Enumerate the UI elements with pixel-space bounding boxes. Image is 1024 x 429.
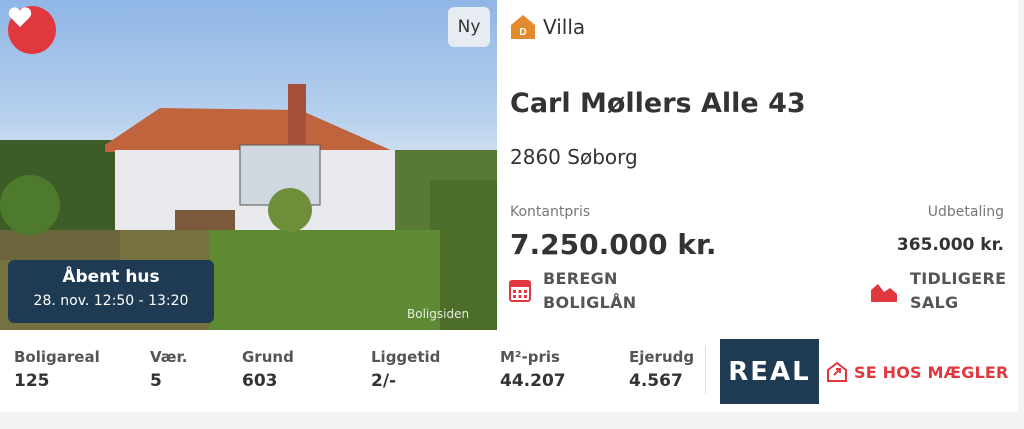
calc-line-1: BEREGN — [543, 269, 618, 288]
stats-bar: Boligareal 125 Vær. 5 Grund 603 Liggetid… — [0, 330, 1018, 412]
stat-label: Grund — [242, 348, 294, 366]
open-house-time: 28. nov. 12:50 - 13:20 — [33, 293, 189, 309]
stat-owner-costs: Ejerudg 4.567 — [629, 348, 694, 391]
calculate-loan-link[interactable]: BEREGN BOLIGLÅN — [508, 267, 636, 315]
new-badge: Ny — [448, 7, 490, 47]
stat-label: Vær. — [150, 348, 188, 366]
stat-value: 44.207 — [500, 371, 566, 391]
address[interactable]: Carl Møllers Alle 43 — [510, 88, 806, 119]
listing-card[interactable]: Ny Åbent hus 28. nov. 12:50 - 13:20 Boli… — [0, 0, 1018, 412]
chart-icon — [871, 284, 897, 302]
stat-label: Boligareal — [14, 348, 100, 366]
calc-line-2: BOLIGLÅN — [543, 293, 637, 312]
previous-sales-link[interactable]: TIDLIGERE SALG — [870, 267, 1006, 315]
history-line-1: TIDLIGERE — [910, 269, 1007, 288]
stat-value: 603 — [242, 371, 278, 391]
down-payment-label: Udbetaling — [927, 204, 1004, 220]
see-agent-label: SE HOS MÆGLER — [854, 362, 1009, 382]
open-house-title: Åbent hus — [62, 267, 160, 287]
photo-watermark: Boligsiden — [407, 307, 470, 321]
down-payment: 365.000 kr. — [896, 235, 1004, 255]
property-type-label: Villa — [543, 15, 586, 39]
house-energy-icon: D — [511, 15, 535, 39]
see-agent-link[interactable]: SE HOS MÆGLER — [826, 361, 1009, 383]
favorite-button[interactable] — [8, 6, 56, 54]
house-link-icon — [827, 361, 847, 382]
stat-label: Ejerudg — [629, 348, 695, 366]
cash-price-label: Kontantpris — [510, 204, 591, 220]
stat-value: 125 — [14, 371, 50, 391]
stat-area: Boligareal 125 — [14, 348, 100, 391]
heart-icon — [8, 7, 32, 28]
listing-photo[interactable]: Ny Åbent hus 28. nov. 12:50 - 13:20 Boli… — [0, 0, 497, 330]
stat-value: 2/- — [371, 371, 397, 391]
open-house-badge: Åbent hus 28. nov. 12:50 - 13:20 — [8, 260, 214, 323]
stat-label: Liggetid — [371, 348, 441, 366]
zip-city: 2860 Søborg — [510, 145, 638, 169]
stat-value: 5 — [150, 371, 162, 391]
stat-plot: Grund 603 — [242, 348, 294, 391]
cash-price: 7.250.000 kr. — [510, 228, 717, 261]
stat-time-on-market: Liggetid 2/- — [371, 348, 440, 391]
calculator-icon — [509, 280, 531, 302]
agent-logo[interactable]: REAL — [720, 339, 819, 404]
divider — [705, 346, 706, 394]
stat-sqm-price: M²-pris 44.207 — [500, 348, 566, 391]
energy-label: D — [519, 27, 526, 38]
property-type: D Villa — [510, 14, 585, 40]
stat-value: 4.567 — [629, 371, 683, 391]
stat-rooms: Vær. 5 — [150, 348, 187, 391]
history-line-2: SALG — [910, 293, 959, 312]
stat-label: M²-pris — [500, 348, 560, 366]
